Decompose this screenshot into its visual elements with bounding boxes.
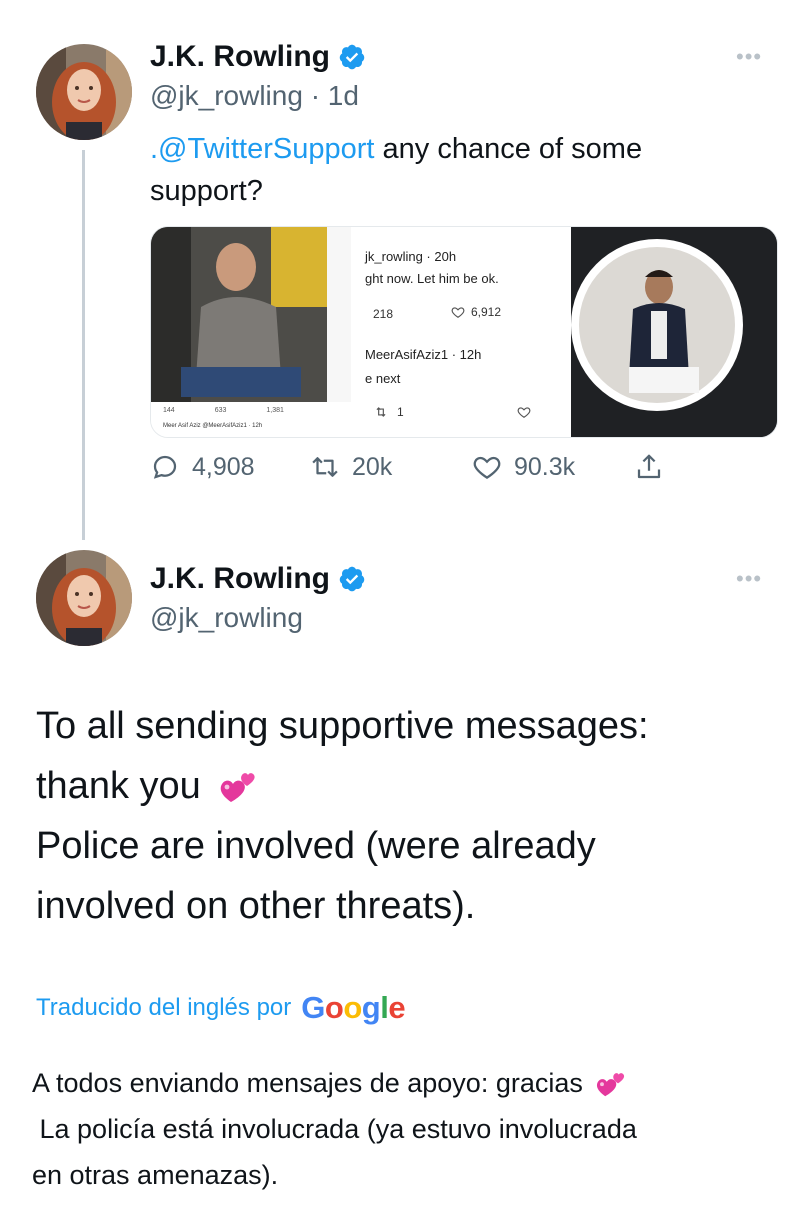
attached-screenshot-text: jk_rowling · 20h ght now. Let him be ok.… — [351, 227, 571, 437]
like-count: 90.3k — [514, 452, 576, 481]
avatar[interactable] — [36, 44, 132, 140]
left-stat-retweets: 633 — [214, 407, 227, 414]
retweet-icon — [376, 407, 386, 417]
reply-button[interactable]: 4,908 — [150, 452, 255, 482]
tweet-text: .@TwitterSupport any chance of some supp… — [150, 128, 750, 212]
screenshot-line: e next — [365, 371, 401, 386]
screenshot-line: MeerAsifAziz1 · 12h — [365, 347, 482, 362]
retweet-count: 20k — [352, 452, 393, 481]
share-icon — [637, 454, 661, 479]
screenshot-likes: 6,912 — [451, 305, 501, 319]
screenshot-line: jk_rowling · 20h — [365, 249, 457, 264]
verified-badge-icon — [338, 43, 366, 71]
like-icon — [517, 407, 531, 418]
tweet-line: involved on other threats). — [36, 885, 476, 927]
translated-line: A todos enviando mensajes de apoyo: grac… — [32, 1060, 782, 1106]
attached-photo-left: 144 633 1,381 Meer Asif Aziz @MeerAsifAz… — [151, 227, 351, 437]
attached-image[interactable]: 144 633 1,381 Meer Asif Aziz @MeerAsifAz… — [150, 226, 778, 438]
translation-attribution[interactable]: Traducido del inglés por Google — [36, 990, 406, 1026]
reply-icon — [153, 455, 177, 479]
translated-line: La policía está involucrada (ya estuvo i… — [32, 1114, 637, 1144]
screenshot-retweets-2: 1 — [373, 405, 404, 419]
like-icon — [451, 307, 465, 318]
display-name[interactable]: J.K. Rowling — [150, 562, 330, 596]
left-stats-row: 144 633 1,381 — [163, 407, 284, 414]
share-button[interactable] — [634, 452, 664, 482]
left-caption: Meer Asif Aziz @MeerAsifAziz1 · 12h — [163, 423, 263, 429]
screenshot-retweets: 218 — [373, 307, 394, 321]
handle[interactable]: @jk_rowling — [150, 602, 303, 634]
tweet-line: thank you — [36, 756, 776, 816]
left-stat-replies: 144 — [163, 407, 175, 414]
left-stat-likes: 1,381 — [266, 407, 284, 414]
author-name-row: J.K. Rowling — [150, 40, 366, 74]
attached-profile-photo — [571, 227, 777, 437]
author-name-row: J.K. Rowling — [150, 562, 366, 596]
thread-connector — [82, 150, 85, 540]
mention-link[interactable]: .@TwitterSupport — [150, 133, 374, 165]
like-icon — [473, 456, 501, 479]
screenshot-line: ght now. Let him be ok. — [365, 271, 499, 286]
handle-timestamp[interactable]: @jk_rowling · 1d — [150, 80, 359, 112]
retweet-button[interactable]: 20k — [310, 452, 392, 482]
google-logo: Google — [301, 990, 406, 1025]
translated-line: en otras amenazas). — [32, 1160, 279, 1190]
tweet-line: To all sending supportive messages: — [36, 705, 649, 747]
more-icon[interactable]: ••• — [736, 44, 762, 70]
more-icon[interactable]: ••• — [736, 566, 762, 592]
tweet-text: To all sending supportive messages: than… — [36, 696, 776, 936]
tweet-actions: 4,908 20k 90.3k — [150, 452, 690, 496]
translation-label: Traducido del inglés por — [36, 994, 292, 1021]
avatar[interactable] — [36, 550, 132, 646]
display-name[interactable]: J.K. Rowling — [150, 40, 330, 74]
two-hearts-emoji — [597, 1072, 625, 1097]
reply-count: 4,908 — [192, 452, 255, 481]
two-hearts-emoji — [221, 773, 255, 802]
translated-text: A todos enviando mensajes de apoyo: grac… — [32, 1060, 782, 1198]
verified-badge-icon — [338, 565, 366, 593]
like-button[interactable]: 90.3k — [472, 452, 575, 482]
retweet-icon — [312, 457, 338, 477]
tweet-line: Police are involved (were already — [36, 825, 596, 867]
